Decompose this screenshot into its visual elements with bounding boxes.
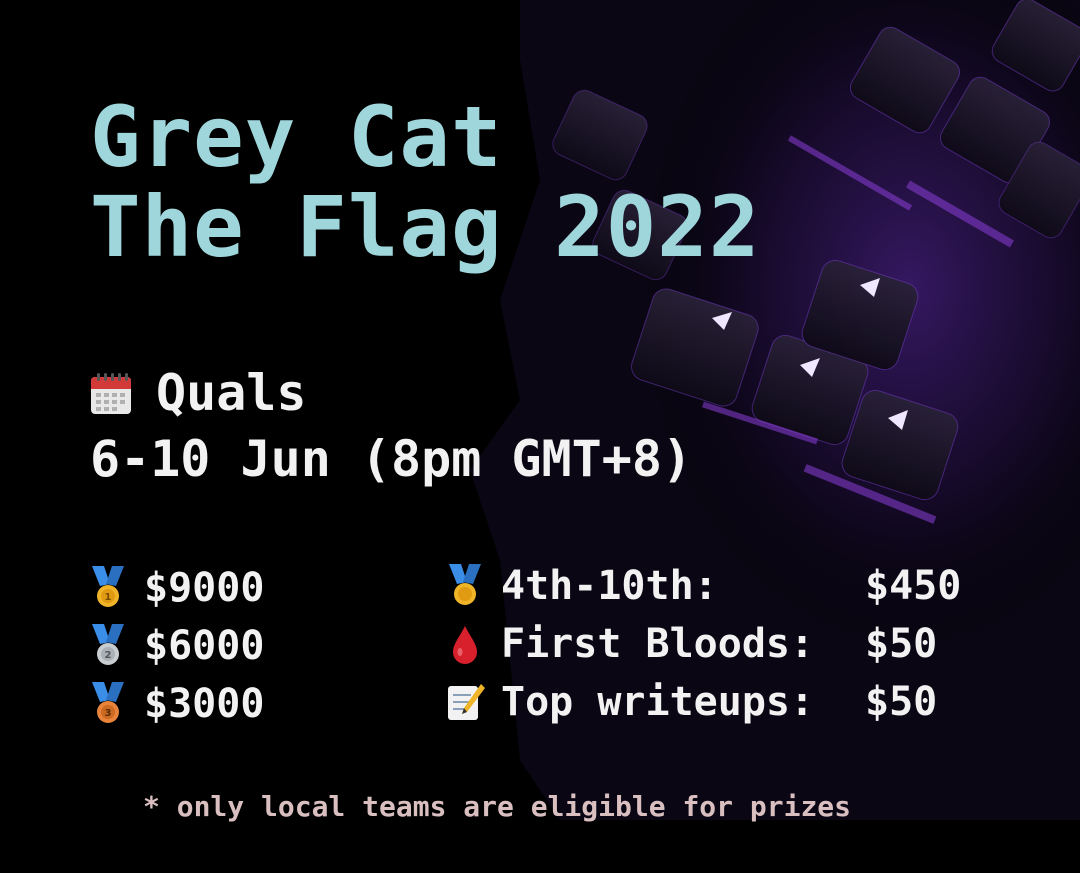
prize-top-writeups-amount: $50 [865,679,938,725]
blood-drop-icon [453,626,477,664]
title-line-2: The Flag 2022 [90,178,761,276]
prize-first: 1 $9000 [88,566,264,610]
prize-top-writeups-label: Top writeups: [501,679,815,725]
event-name: Quals [156,364,307,422]
quals-info: Quals 6-10 Jun (8pm GMT+8) [90,360,692,492]
prize-first-bloods-amount: $50 [865,621,938,667]
medal-icon [449,564,481,605]
event-title: Grey Cat The Flag 2022 [90,92,760,272]
prize-first-bloods-label: First Bloods: [501,621,815,667]
prize-third: 3 $3000 [88,682,264,726]
event-date: 6-10 Jun (8pm GMT+8) [90,430,693,488]
eligibility-footnote: * only local teams are eligible for priz… [143,790,852,823]
prize-second: 2 $6000 [88,624,264,668]
prize-top-writeups: Top writeups: $50 [445,679,937,725]
silver-medal-icon: 2 [92,624,124,665]
svg-text:2: 2 [105,650,112,661]
title-line-1: Grey Cat [90,88,503,186]
bronze-medal-icon: 3 [92,682,124,723]
prize-second-amount: $6000 [144,623,265,669]
svg-text:1: 1 [105,592,112,603]
prize-third-amount: $3000 [144,681,265,727]
prize-first-bloods: First Bloods: $50 [445,621,937,667]
prize-first-amount: $9000 [144,565,265,611]
prize-4th-10th-amount: $450 [865,563,962,609]
prize-4th-10th-label: 4th-10th: [501,563,718,609]
calendar-icon [91,373,131,414]
memo-icon [448,684,485,720]
prize-4th-10th: 4th-10th: $450 [445,563,961,609]
svg-text:3: 3 [105,708,112,719]
gold-medal-icon: 1 [92,566,124,607]
